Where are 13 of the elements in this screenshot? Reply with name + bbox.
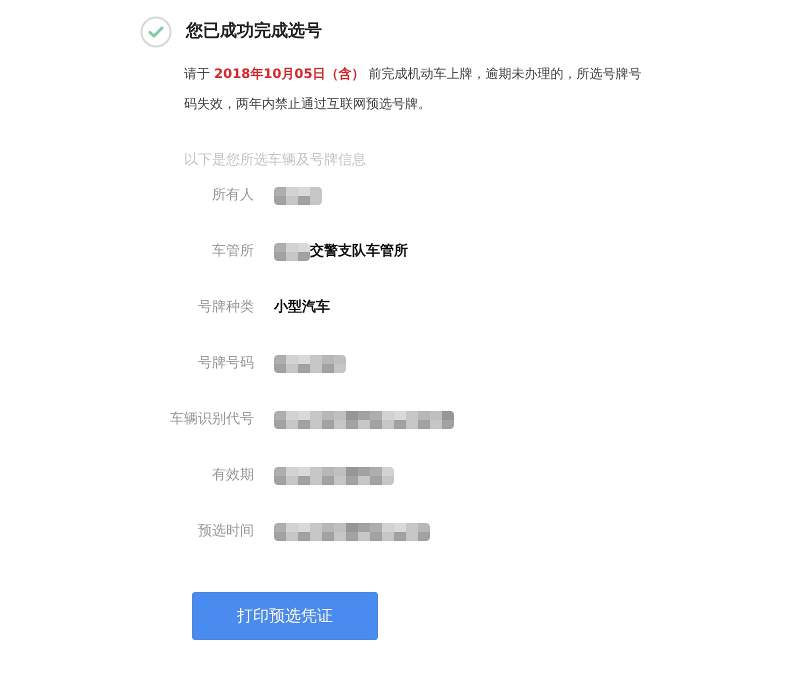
field-label: 有效期 — [211, 466, 254, 485]
print-button[interactable]: 打印预选凭证 — [192, 592, 378, 640]
field-value: 小型汽车 — [274, 298, 330, 317]
field-label: 所有人 — [211, 186, 254, 205]
success-title: 您已成功完成选号 — [186, 20, 322, 44]
info-heading: 以下是您所选车辆及号牌信息 — [184, 151, 367, 170]
field-label: 预选时间 — [197, 522, 254, 541]
field-label: 车管所 — [211, 242, 254, 261]
field-label: 号牌种类 — [197, 298, 254, 317]
field-label: 号牌号码 — [197, 354, 254, 373]
field-label: 车辆识别代号 — [169, 410, 254, 429]
notice-text: 请于 2018年10月05日（含） 前完成机动车上牌，逾期未办理的，所选号牌号码失效，两年内禁止通过互联网预选号牌。 — [184, 66, 643, 114]
field-value: 交警支队车管所 — [310, 242, 408, 261]
